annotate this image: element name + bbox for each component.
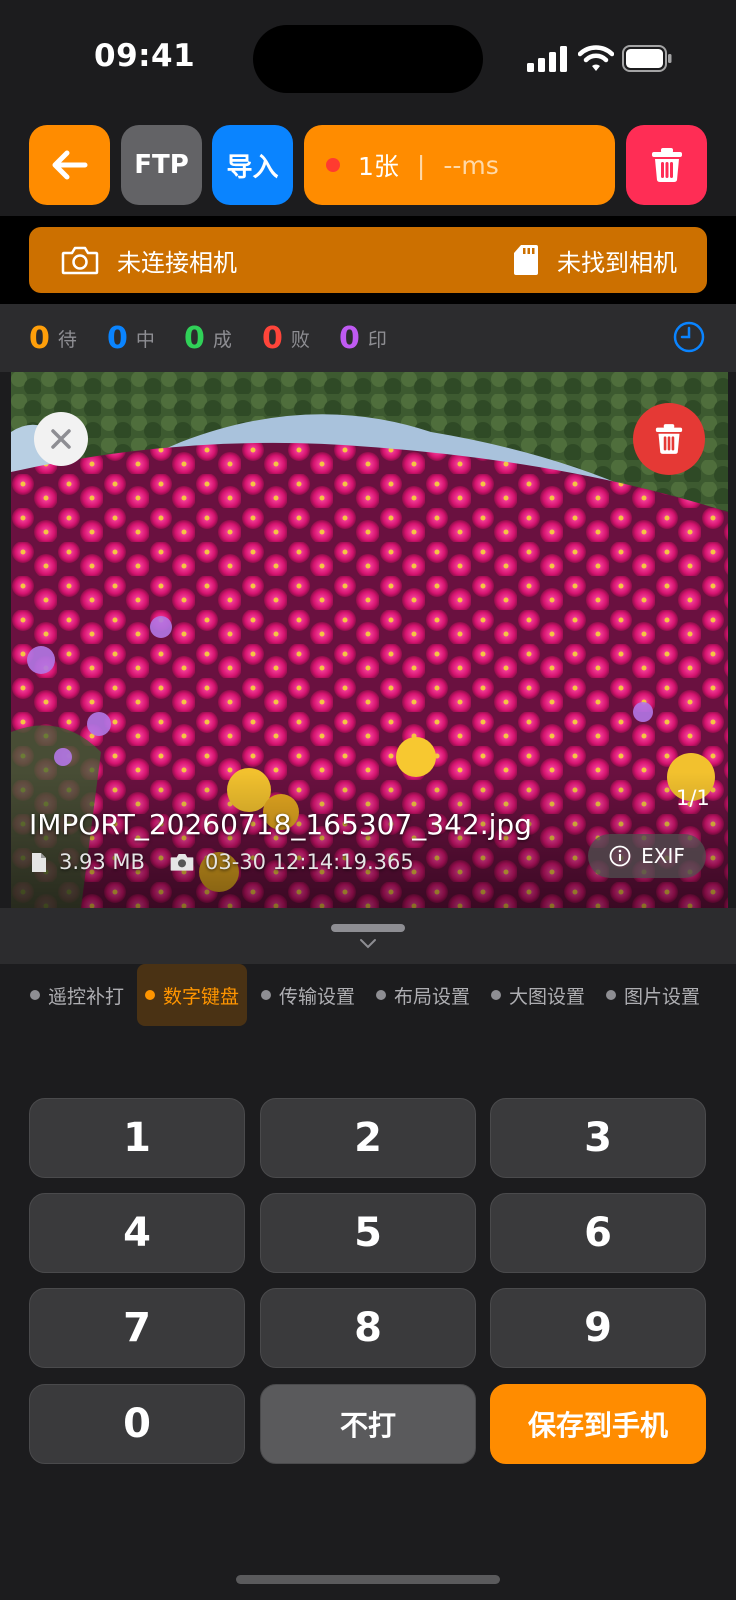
back-button[interactable] [29, 125, 110, 205]
count-value: 0 [184, 320, 205, 356]
tab-image-settings[interactable]: 图片设置 [606, 964, 700, 1026]
close-icon [51, 429, 71, 449]
drag-handle[interactable] [331, 924, 405, 932]
save-to-phone-button[interactable]: 保存到手机 [490, 1384, 706, 1464]
camera-connection-label: 未连接相机 [117, 248, 237, 277]
tab-large-image-settings[interactable]: 大图设置 [491, 964, 585, 1026]
tab-dot [145, 990, 155, 1000]
trash-icon [651, 148, 682, 182]
battery-icon [622, 45, 672, 72]
tab-label: 大图设置 [509, 985, 586, 1008]
transfer-status-button[interactable]: 1张 | --ms [304, 125, 615, 205]
wifi-icon [578, 45, 614, 71]
tab-label: 传输设置 [279, 985, 356, 1008]
page-indicator: 1/1 [676, 786, 710, 810]
tab-label: 数字键盘 [163, 985, 240, 1008]
key-3[interactable]: 3 [490, 1098, 706, 1178]
tab-remote-reprint[interactable]: 遥控补打 [30, 964, 124, 1026]
panel-drag-area[interactable] [0, 908, 736, 964]
chevron-down-icon[interactable] [359, 938, 377, 950]
tab-dot [30, 990, 40, 1000]
file-icon [32, 852, 46, 872]
latency-value: --ms [443, 150, 499, 180]
tab-layout-settings[interactable]: 布局设置 [376, 964, 470, 1026]
photo-count: 1张 [358, 152, 399, 181]
skip-print-button[interactable]: 不打 [260, 1384, 476, 1464]
count-failed: 0 败 [262, 304, 310, 372]
count-label: 待 [57, 328, 77, 351]
exif-button[interactable]: EXIF [588, 834, 706, 878]
key-1[interactable]: 1 [29, 1098, 245, 1178]
tab-dot [491, 990, 501, 1000]
count-success: 0 成 [184, 304, 232, 372]
camera-search-status: 未找到相机 [513, 227, 677, 293]
import-button[interactable]: 导入 [212, 125, 293, 205]
count-value: 0 [339, 320, 360, 356]
key-9[interactable]: 9 [490, 1288, 706, 1368]
count-label: 败 [290, 328, 310, 351]
count-value: 0 [262, 320, 283, 356]
count-in-progress: 0 中 [107, 304, 155, 372]
camera-status-bar[interactable]: 未连接相机 未找到相机 [29, 227, 707, 293]
ftp-button[interactable]: FTP [121, 125, 202, 205]
tab-label: 布局设置 [394, 985, 471, 1008]
status-counts-bar: 0 待 0 中 0 成 0 败 0 印 [0, 304, 736, 372]
sd-card-icon [514, 245, 538, 275]
photo-filename: IMPORT_20260718_165307_342.jpg [29, 808, 532, 841]
delete-all-button[interactable] [626, 125, 707, 205]
trash-icon [655, 424, 683, 454]
cellular-signal-icon [527, 46, 567, 72]
home-indicator [236, 1575, 500, 1584]
camera-icon [61, 246, 99, 275]
close-preview-button[interactable] [34, 412, 88, 466]
key-7[interactable]: 7 [29, 1288, 245, 1368]
count-value: 0 [107, 320, 128, 356]
separator: | [416, 150, 426, 180]
tab-dot [261, 990, 271, 1000]
key-2[interactable]: 2 [260, 1098, 476, 1178]
camera-search-label: 未找到相机 [557, 248, 677, 277]
count-label: 成 [212, 328, 232, 351]
photo-datetime: 03-30 12:14:19.365 [204, 850, 414, 874]
key-0[interactable]: 0 [29, 1384, 245, 1464]
history-clock-icon[interactable] [672, 320, 706, 354]
count-label: 印 [367, 328, 387, 351]
settings-tabs: 遥控补打 数字键盘 传输设置 布局设置 大图设置 图片设置 [0, 964, 736, 1026]
photo-size: 3.93 MB [59, 850, 145, 874]
key-4[interactable]: 4 [29, 1193, 245, 1273]
camera-connection-status: 未连接相机 [61, 227, 237, 293]
count-value: 0 [29, 320, 50, 356]
status-dot [326, 158, 340, 172]
count-label: 中 [135, 328, 155, 351]
key-8[interactable]: 8 [260, 1288, 476, 1368]
tab-label: 遥控补打 [48, 985, 125, 1008]
tab-label: 图片设置 [624, 985, 701, 1008]
count-printed: 0 印 [339, 304, 387, 372]
key-6[interactable]: 6 [490, 1193, 706, 1273]
tab-transfer-settings[interactable]: 传输设置 [261, 964, 355, 1026]
status-time: 09:41 [94, 38, 196, 74]
tab-dot [376, 990, 386, 1000]
dynamic-island [253, 25, 483, 93]
arrow-left-icon [52, 150, 87, 180]
tab-number-keypad[interactable]: 数字键盘 [137, 964, 248, 1026]
photo-meta: 3.93 MB 03-30 12:14:19.365 [31, 850, 414, 874]
tab-dot [606, 990, 616, 1000]
exif-label: EXIF [641, 844, 685, 868]
count-pending: 0 待 [29, 304, 77, 372]
info-icon [609, 845, 631, 867]
delete-photo-button[interactable] [633, 403, 705, 475]
camera-icon [170, 854, 194, 871]
key-5[interactable]: 5 [260, 1193, 476, 1273]
